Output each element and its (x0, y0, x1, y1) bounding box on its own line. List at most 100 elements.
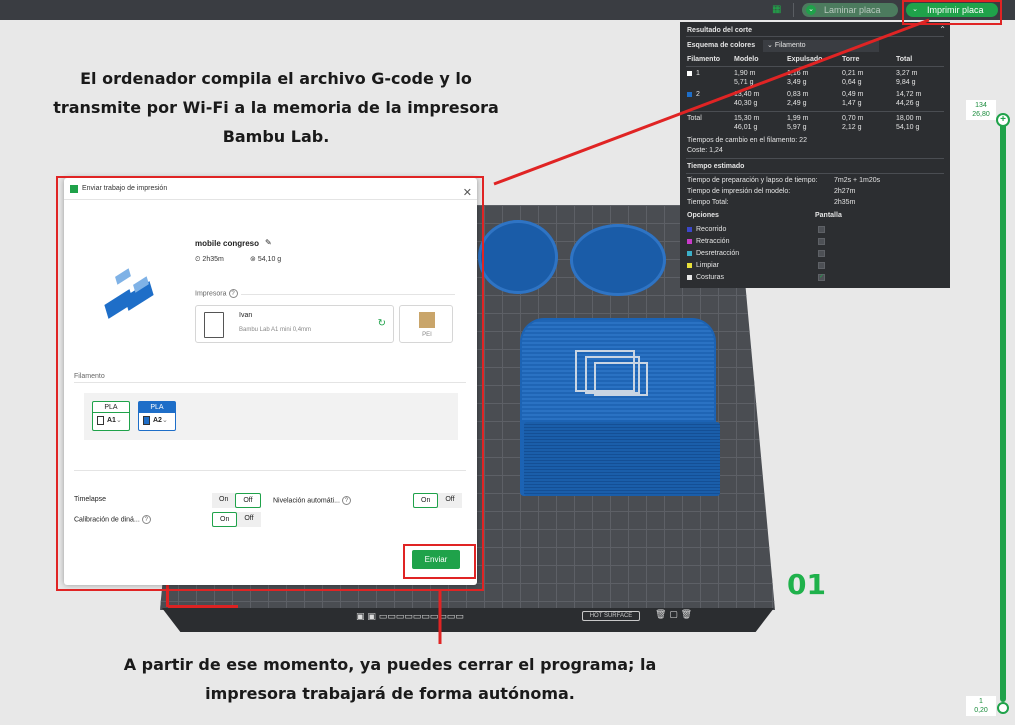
display-checkbox[interactable] (818, 250, 825, 257)
cell-value: 40,30 g (734, 100, 758, 107)
option-label: Limpiar (696, 262, 719, 269)
display-title: Pantalla (815, 212, 842, 219)
filament-table-header: Filamento Modelo Expulsado Torre Total (687, 56, 943, 65)
cell-value: 5,97 g (787, 124, 807, 131)
display-checkbox-checked[interactable]: ✓ (818, 274, 825, 281)
cell-value: 44,26 g (896, 100, 920, 107)
option-row: Recorrido (687, 226, 943, 235)
plate-grid-icon[interactable]: ▦ (772, 4, 782, 15)
color-scheme-value: Filamento (774, 42, 806, 49)
cell-value: 1,16 m (787, 70, 809, 77)
header-modelo: Modelo (734, 56, 759, 63)
cell-value: 54,10 g (896, 124, 920, 131)
time-value: 7m2s + 1m20s (834, 177, 881, 184)
cell-value: 14,72 m (896, 91, 922, 98)
cell-value: 3,49 g (787, 79, 807, 86)
layer-slider-track[interactable] (1000, 118, 1006, 702)
filament-id: 2 (696, 91, 700, 98)
layer-slider-top-handle[interactable]: + (996, 113, 1010, 127)
color-scheme-label: Esquema de colores (687, 42, 756, 49)
annotation-bottom: A partir de ese momento, ya puedes cerra… (70, 650, 710, 708)
bottom-layer-height: 0,20 (974, 707, 988, 714)
option-row: Desretracción (687, 250, 943, 259)
plate-number: 01 (787, 568, 826, 601)
cell-value: 1,90 m (734, 70, 756, 77)
time-label: Tiempo Total: (687, 199, 729, 206)
annotation-line: transmite por Wi-Fi a la memoria de la i… (53, 98, 499, 117)
model-medallion-left[interactable] (478, 220, 558, 294)
legend-swatch (687, 238, 692, 244)
cell-value: 15,30 m (734, 115, 760, 122)
color-scheme-dropdown[interactable]: ⌄ Filamento (763, 40, 879, 52)
cell-value: 2,49 g (787, 100, 807, 107)
annotation-line: Bambu Lab. (222, 127, 330, 146)
estimated-time-title: Tiempo estimado (687, 163, 745, 170)
layer-slider-bottom-handle[interactable] (997, 702, 1009, 714)
options-title: Opciones (687, 212, 719, 219)
highlight-send-button (403, 544, 476, 579)
slice-result-title: Resultado del corte (687, 27, 752, 34)
filament-id: 1 (696, 70, 700, 77)
cell-value: 13,40 m (734, 91, 760, 98)
option-label: Costuras (696, 274, 725, 281)
header-filamento: Filamento (687, 56, 721, 63)
chevron-down-icon: ⌄ (767, 42, 773, 49)
toolbar-divider (793, 3, 794, 17)
annotation-line: impresora trabajará de forma autónoma. (205, 684, 575, 703)
cell-value: 0,49 m (842, 91, 864, 98)
chevron-down-icon[interactable]: ⌄ (806, 5, 816, 15)
legend-swatch (687, 262, 692, 268)
model-logo-mark (594, 362, 648, 396)
collapse-icon[interactable]: ⌃ (939, 25, 946, 34)
cell-value: 3,27 m (896, 70, 918, 77)
plate-action-icons: 🗑 ▢ 🗑 (655, 610, 693, 620)
header-total: Total (896, 56, 913, 63)
slice-plate-button[interactable]: ⌄ Laminar placa (802, 3, 898, 17)
cell-value: 0,64 g (842, 79, 862, 86)
x-axis-indicator (168, 605, 238, 608)
cell-value: 0,83 m (787, 91, 809, 98)
model-phone-stand-front (524, 422, 720, 496)
option-label: Retracción (696, 238, 730, 245)
top-layer-height: 26,80 (972, 111, 990, 118)
annotation-line: A partir de ese momento, ya puedes cerra… (123, 655, 657, 674)
filament-swatch (687, 91, 692, 97)
top-layer-number: 134 (975, 102, 987, 109)
time-value: 2h35m (834, 199, 856, 206)
cell-value: 0,70 m (842, 115, 864, 122)
cell-value: 18,00 m (896, 115, 922, 122)
cost: Coste: 1,24 (687, 147, 723, 154)
legend-swatch (687, 274, 692, 280)
legend-swatch (687, 226, 692, 232)
plate-slot-icons: ▣ ▣ ▭▭▭▭▭▭▭▭▭▭ (356, 612, 464, 622)
annotation-line: El ordenador compila el archivo G-code y… (80, 69, 472, 88)
cell-value: 2,12 g (842, 124, 862, 131)
total-label: Total (687, 115, 702, 122)
time-label: Tiempo de preparación y lapso de tiempo: (687, 177, 818, 184)
slice-plate-label: Laminar placa (824, 5, 881, 15)
cell-value: 1,99 m (787, 115, 809, 122)
cell-value: 5,71 g (734, 79, 754, 86)
display-checkbox[interactable] (818, 226, 825, 233)
bottom-layer-number: 1 (979, 698, 983, 705)
cell-value: 0,21 m (842, 70, 864, 77)
option-row: Limpiar (687, 262, 943, 271)
filament-changes: Tiempos de cambio en el filamento: 22 (687, 137, 807, 144)
table-row: 1 1,90 m 5,71 g 1,16 m 3,49 g 0,21 m 0,6… (687, 70, 943, 88)
option-row: Retracción (687, 238, 943, 247)
layer-slider-top-label: 134 26,80 (966, 100, 996, 120)
cell-value: 9,84 g (896, 79, 916, 86)
time-row: Tiempo Total: 2h35m (687, 199, 943, 208)
time-row: Tiempo de preparación y lapso de tiempo:… (687, 177, 943, 186)
legend-swatch (687, 250, 692, 256)
model-medallion-right[interactable] (570, 224, 666, 296)
cell-value: 1,47 g (842, 100, 862, 107)
annotation-top: El ordenador compila el archivo G-code y… (26, 64, 526, 151)
filament-swatch (687, 70, 692, 76)
display-checkbox[interactable] (818, 238, 825, 245)
display-checkbox[interactable] (818, 262, 825, 269)
option-label: Recorrido (696, 226, 727, 233)
time-row: Tiempo de impresión del modelo: 2h27m (687, 188, 943, 197)
time-value: 2h27m (834, 188, 856, 195)
header-expulsado: Expulsado (787, 56, 823, 63)
